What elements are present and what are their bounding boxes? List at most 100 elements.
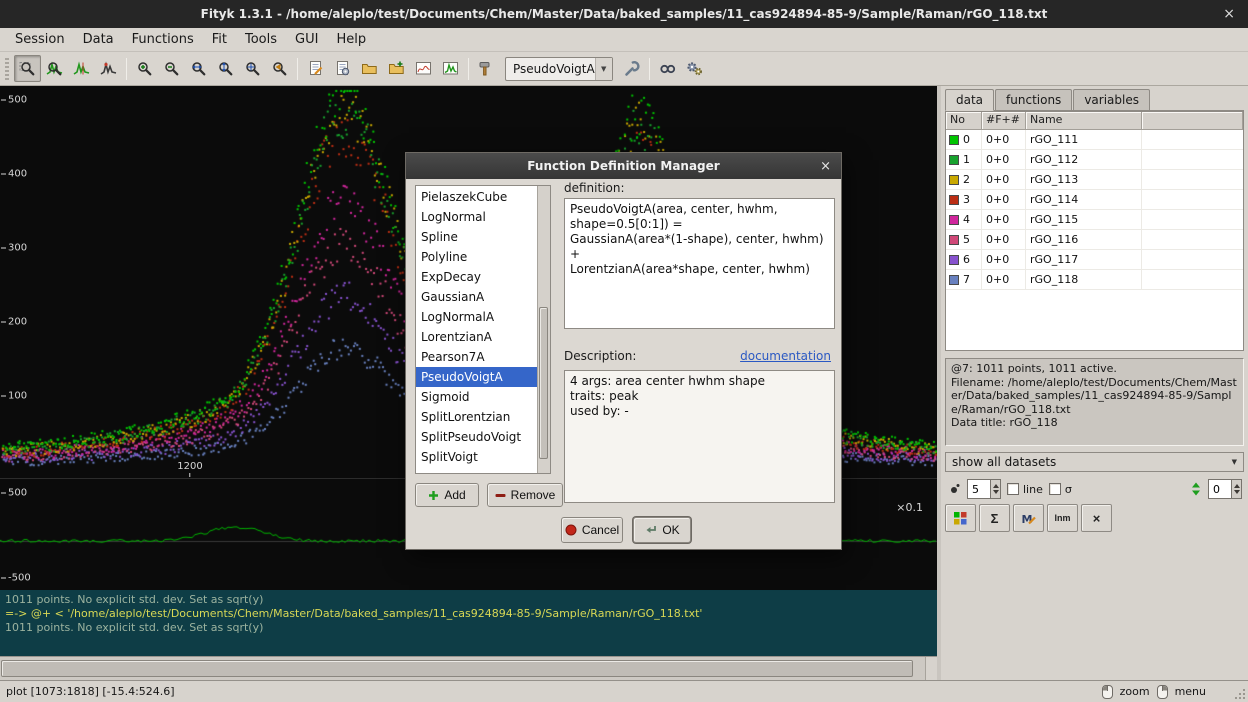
data-transform-button[interactable] — [473, 55, 500, 82]
function-list-item[interactable]: Pearson7A — [416, 347, 537, 367]
point-size-spinner[interactable]: 5 — [967, 479, 1001, 499]
function-list-item[interactable]: PseudoVoigtA — [416, 367, 537, 387]
dataset-row[interactable]: 20+0rGO_113 — [946, 170, 1243, 190]
function-list-item[interactable]: Spline — [416, 227, 537, 247]
ok-button[interactable]: OK — [633, 517, 691, 543]
menu-item-fit[interactable]: Fit — [203, 29, 236, 50]
sidebar-tab-data[interactable]: data — [945, 89, 994, 111]
shift-spinner[interactable]: 0 — [1208, 479, 1242, 499]
status-bar: plot [1073:1818] [-15.4:524.6] zoom menu — [0, 680, 1248, 702]
checkbox-box[interactable] — [1049, 483, 1061, 495]
spinner-arrows[interactable] — [990, 480, 1000, 498]
function-list-item[interactable]: SplitVoigt — [416, 447, 537, 467]
transform-data-button[interactable]: lnm — [1047, 504, 1078, 532]
spin-up-icon[interactable] — [993, 484, 999, 488]
open-data-button[interactable] — [356, 55, 383, 82]
spin-down-icon[interactable] — [1234, 490, 1240, 494]
column-header-0[interactable]: No — [946, 112, 982, 130]
dataset-row[interactable]: 40+0rGO_115 — [946, 210, 1243, 230]
column-header-1[interactable]: #F+# — [982, 112, 1026, 130]
menu-item-functions[interactable]: Functions — [123, 29, 203, 50]
zoom-previous-button[interactable] — [266, 55, 293, 82]
console[interactable]: 1011 points. No explicit std. dev. Set a… — [0, 590, 937, 656]
column-header-2[interactable]: Name — [1026, 112, 1142, 130]
menu-item-tools[interactable]: Tools — [236, 29, 286, 50]
dataset-color-swatch[interactable] — [949, 175, 959, 185]
dataset-row[interactable]: 10+0rGO_112 — [946, 150, 1243, 170]
add-function-button[interactable]: Add — [415, 483, 479, 507]
dataset-color-swatch[interactable] — [949, 155, 959, 165]
export-peaks-button[interactable] — [437, 55, 464, 82]
function-list-item[interactable]: PielaszekCube — [416, 187, 537, 207]
delete-dataset-button[interactable]: × — [1081, 504, 1112, 532]
horizontal-scrollbar[interactable] — [0, 656, 937, 680]
menu-item-data[interactable]: Data — [74, 29, 123, 50]
dataset-color-swatch[interactable] — [949, 235, 959, 245]
dataset-row[interactable]: 00+0rGO_111 — [946, 130, 1243, 150]
function-list-item[interactable]: SplitPseudoVoigt — [416, 427, 537, 447]
function-list-item[interactable]: LorentzianA — [416, 327, 537, 347]
function-list-item[interactable]: LogNormalA — [416, 307, 537, 327]
definition-textarea[interactable]: PseudoVoigtA(area, center, hwhm, shape=0… — [564, 198, 835, 329]
guess-peak-button[interactable] — [654, 55, 681, 82]
dataset-color-swatch[interactable] — [949, 195, 959, 205]
menu-item-gui[interactable]: GUI — [286, 29, 327, 50]
zoom-in-button[interactable] — [131, 55, 158, 82]
spin-down-icon[interactable] — [993, 490, 999, 494]
dataset-color-swatch[interactable] — [949, 255, 959, 265]
sum-datasets-button[interactable]: Σ — [979, 504, 1010, 532]
zoom-rect-mode-button[interactable] — [14, 55, 41, 82]
menu-item-session[interactable]: Session — [6, 29, 74, 50]
edit-script-button[interactable] — [302, 55, 329, 82]
chevron-down-icon[interactable]: ▼ — [595, 58, 612, 80]
append-data-button[interactable] — [383, 55, 410, 82]
spin-up-icon[interactable] — [1234, 484, 1240, 488]
function-list-item[interactable]: GaussianA — [416, 287, 537, 307]
scrollbar-thumb[interactable] — [539, 307, 548, 459]
function-list-item[interactable]: ExpDecay — [416, 267, 537, 287]
define-function-button[interactable] — [618, 55, 645, 82]
dataset-color-swatch[interactable] — [949, 215, 959, 225]
dataset-row[interactable]: 70+0rGO_118 — [946, 270, 1243, 290]
function-list-scrollbar[interactable] — [537, 186, 550, 473]
line-checkbox[interactable]: line — [1007, 483, 1043, 496]
documentation-link[interactable]: documentation — [740, 349, 831, 363]
dataset-row[interactable]: 60+0rGO_117 — [946, 250, 1243, 270]
zoom-out-button[interactable] — [158, 55, 185, 82]
function-list-item[interactable]: LogNormal — [416, 207, 537, 227]
cancel-button[interactable]: Cancel — [561, 517, 623, 543]
scrollbar-thumb[interactable] — [1, 660, 913, 677]
checkbox-box[interactable] — [1007, 483, 1019, 495]
sidebar-tab-variables[interactable]: variables — [1073, 89, 1150, 111]
sidebar-tab-functions[interactable]: functions — [995, 89, 1072, 111]
spinner-arrows[interactable] — [1231, 480, 1241, 498]
zoom-y-button[interactable] — [212, 55, 239, 82]
zoom-x-button[interactable] — [185, 55, 212, 82]
range-mode-button[interactable] — [41, 55, 68, 82]
dataset-row[interactable]: 30+0rGO_114 — [946, 190, 1243, 210]
window-close-button[interactable]: × — [1223, 7, 1235, 21]
zoom-all-button[interactable] — [239, 55, 266, 82]
edit-data-button[interactable]: M — [1013, 504, 1044, 532]
dialog-close-button[interactable]: × — [820, 159, 831, 174]
run-script-button[interactable] — [329, 55, 356, 82]
toolbar-grip[interactable] — [5, 58, 9, 80]
dataset-color-swatch[interactable] — [949, 135, 959, 145]
sigma-checkbox[interactable]: σ — [1049, 483, 1072, 496]
resize-grip-icon[interactable] — [1234, 688, 1246, 700]
run-fit-button[interactable] — [681, 55, 708, 82]
dataset-colors-button[interactable] — [945, 504, 976, 532]
baseline-mode-button[interactable] — [95, 55, 122, 82]
remove-function-button[interactable]: Remove — [487, 483, 563, 507]
dialog-title-bar[interactable]: Function Definition Manager × — [406, 153, 841, 179]
function-type-combo[interactable]: PseudoVoigtA▼ — [505, 57, 613, 81]
save-image-button[interactable] — [410, 55, 437, 82]
dataset-color-swatch[interactable] — [949, 275, 959, 285]
function-list-item[interactable]: Polyline — [416, 247, 537, 267]
dataset-row[interactable]: 50+0rGO_116 — [946, 230, 1243, 250]
function-list-item[interactable]: SplitLorentzian — [416, 407, 537, 427]
menu-item-help[interactable]: Help — [327, 29, 375, 50]
show-datasets-combo[interactable]: show all datasets ▼ — [945, 452, 1244, 472]
function-list-item[interactable]: Sigmoid — [416, 387, 537, 407]
add-peak-mode-button[interactable] — [68, 55, 95, 82]
